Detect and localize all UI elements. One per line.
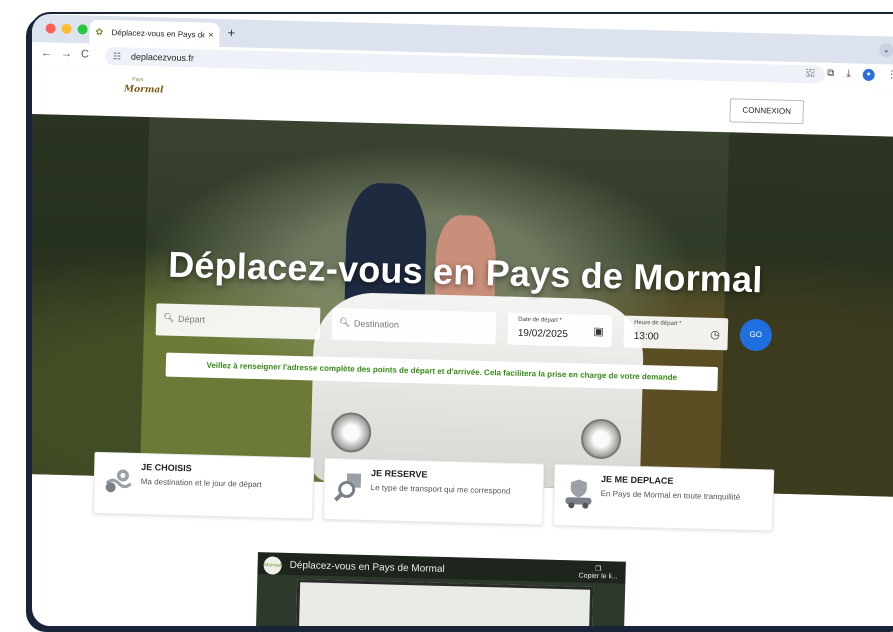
logo-text: Mormal — [123, 84, 164, 96]
tree-left — [32, 113, 150, 477]
toolbar-icons: ⬚ ⧉ ⤓ ● ⋮ — [806, 67, 893, 82]
new-tab-button[interactable]: + — [227, 25, 235, 40]
time-label: Heure de départ * — [634, 319, 682, 328]
close-window-button[interactable] — [45, 23, 56, 34]
logo-small-text: Pays — [132, 76, 144, 83]
menu-icon[interactable]: ⋮ — [887, 69, 893, 81]
tab-title: Déplacez-vous en Pays de M — [111, 27, 205, 40]
video-thumbnail — [295, 579, 594, 626]
copy-link-button[interactable]: ❐ Copier le li... — [578, 565, 617, 581]
minimize-window-button[interactable] — [61, 23, 72, 35]
profile-avatar[interactable]: ● — [862, 68, 875, 82]
map-pin-icon — [105, 469, 132, 493]
connexion-button[interactable]: CONNEXION — [729, 98, 805, 125]
step-card-reserve: JE RESERVE Le type de transport qui me c… — [322, 457, 545, 526]
search-icon: 🔍︎ — [162, 312, 175, 323]
window-controls — [45, 23, 88, 35]
step-desc: Le type de transport qui me correspond — [370, 483, 511, 496]
step-desc: Ma destination et le jour de départ — [140, 477, 262, 490]
copy-link-label: Copier le li... — [578, 572, 618, 581]
car-headlight-left — [330, 411, 372, 454]
calendar-icon[interactable]: ▣ — [593, 325, 604, 338]
time-value: 13:00 — [633, 330, 659, 343]
channel-logo[interactable]: Mormal — [263, 556, 282, 575]
magnifier-icon — [334, 473, 362, 502]
step-card-deplace: JE ME DEPLACE En Pays de Mormal en toute… — [552, 463, 775, 532]
extensions-icon[interactable]: ⬚ — [806, 67, 816, 79]
tab-close-icon[interactable]: × — [208, 30, 214, 40]
search-form: 🔍︎ Départ 🔍︎ Destination Date de départ … — [155, 303, 773, 352]
car-shield-icon — [565, 479, 592, 509]
car-headlight-right — [580, 418, 622, 460]
step-desc: En Pays de Mormal en toute tranquillité — [600, 489, 741, 502]
destination-input[interactable]: 🔍︎ Destination — [331, 307, 497, 345]
tab-menu-icon[interactable]: ⌄ — [879, 43, 893, 58]
depart-placeholder: Départ — [177, 313, 206, 325]
tab-active[interactable]: ✿ Déplacez-vous en Pays de M × — [89, 19, 220, 47]
browser-frame: ✿ Déplacez-vous en Pays de M × + ⌄ ← → C… — [30, 12, 893, 628]
back-button[interactable]: ← — [41, 47, 52, 59]
step-title: JE CHOISIS — [141, 462, 192, 474]
date-value: 19/02/2025 — [517, 327, 568, 341]
tree-right — [719, 132, 893, 497]
download-icon[interactable]: ⤓ — [846, 68, 851, 80]
reload-button[interactable]: C — [81, 48, 89, 60]
depart-input[interactable]: 🔍︎ Départ — [155, 303, 321, 340]
frame-content: ✿ Déplacez-vous en Pays de M × + ⌄ ← → C… — [32, 14, 893, 626]
video-player[interactable]: Mormal Déplacez-vous en Pays de Mormal ❐… — [255, 552, 626, 626]
forward-button[interactable]: → — [61, 48, 72, 60]
date-input[interactable]: Date de départ * 19/02/2025 ▣ — [507, 312, 613, 348]
date-label: Date de départ * — [518, 316, 562, 324]
time-input[interactable]: Heure de départ * 13:00 ◷ — [623, 315, 729, 351]
search-icon: 🔍︎ — [338, 317, 351, 328]
destination-placeholder: Destination — [353, 318, 400, 330]
step-title: JE ME DEPLACE — [600, 474, 674, 486]
video-title[interactable]: Déplacez-vous en Pays de Mormal — [290, 560, 445, 575]
step-title: JE RESERVE — [370, 468, 428, 480]
clock-icon[interactable]: ◷ — [710, 328, 720, 341]
site-favicon-icon: ✿ — [95, 26, 104, 37]
step-card-choisis: JE CHOISIS Ma destination et le jour de … — [92, 451, 315, 520]
tab-search-icon[interactable]: ⧉ — [827, 68, 834, 80]
site-info-icon[interactable]: ☷ — [113, 47, 122, 65]
maximize-window-button[interactable] — [77, 24, 88, 35]
hero-banner: Déplacez-vous en Pays de Mormal 🔍︎ Dépar… — [32, 113, 893, 497]
site-logo[interactable]: Pays Mormal — [110, 76, 169, 104]
url-text: deplacezvous.fr — [130, 51, 195, 64]
